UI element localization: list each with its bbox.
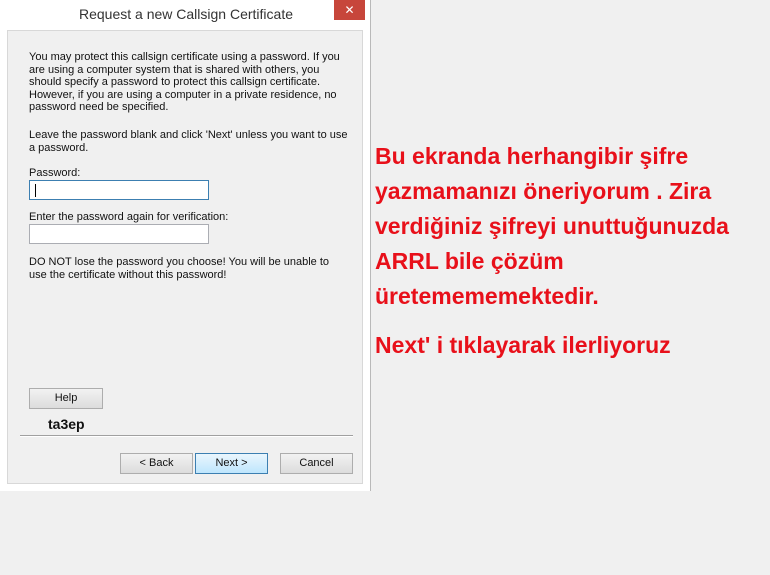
request-certificate-dialog: Request a new Callsign Certificate ✕ You… [0,0,371,491]
window-frame-left [0,30,7,491]
title-bar: Request a new Callsign Certificate ✕ [0,0,370,30]
annotation-next-note: Next' i tıklayarak ilerliyoruz [375,332,671,358]
separator-line [20,435,353,437]
annotation-note: Bu ekranda herhangibir şifre yazmamanızı… [375,143,729,309]
warning-text: DO NOT lose the password you choose! You… [29,256,330,281]
verify-password-label: Enter the password again for verificatio… [29,211,229,223]
password-input[interactable] [29,180,209,200]
password-label: Password: [29,167,81,179]
close-icon: ✕ [344,3,355,17]
dialog-title: Request a new Callsign Certificate [79,6,293,22]
watermark-text: ta3ep [48,416,85,432]
verify-password-input[interactable] [29,224,209,244]
text-caret [35,184,36,197]
cancel-button[interactable]: Cancel [280,453,353,474]
window-frame-bottom [0,484,370,491]
window-frame-right [363,30,370,491]
back-button[interactable]: < Back [120,453,193,474]
hint-text: Leave the password blank and click 'Next… [29,129,348,154]
intro-text: You may protect this callsign certificat… [29,51,340,113]
help-button[interactable]: Help [29,388,103,409]
next-button[interactable]: Next > [195,453,268,474]
close-button[interactable]: ✕ [334,0,365,20]
